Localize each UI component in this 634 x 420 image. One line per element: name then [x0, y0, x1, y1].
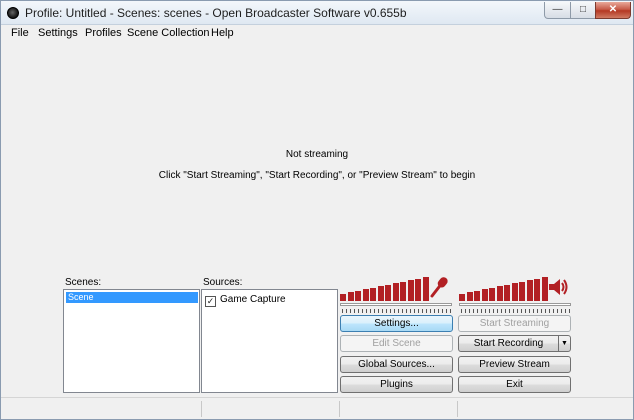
- desktop-volume-slider[interactable]: [459, 303, 571, 306]
- global-sources-button[interactable]: Global Sources...: [340, 356, 453, 373]
- meter-bar: [415, 279, 421, 301]
- meter-bar: [504, 285, 510, 301]
- desktop-volume-meter: [459, 277, 549, 301]
- meter-bar: [400, 282, 406, 301]
- meter-bar: [422, 277, 429, 301]
- meter-bar: [377, 286, 384, 301]
- source-item-label: Game Capture: [220, 294, 286, 305]
- window-title: Profile: Untitled - Scenes: scenes - Ope…: [25, 6, 407, 20]
- menu-scene-collection[interactable]: Scene Collection: [127, 27, 210, 39]
- exit-button[interactable]: Exit: [458, 376, 571, 393]
- meter-bar: [392, 283, 399, 301]
- start-recording-label: Start Recording: [473, 338, 544, 349]
- stream-hint-text: Click "Start Streaming", "Start Recordin…: [158, 170, 476, 181]
- source-list-item[interactable]: ✓ Game Capture: [205, 293, 286, 307]
- meter-bar: [466, 292, 473, 301]
- meter-bar: [340, 294, 346, 301]
- close-button[interactable]: ✕: [595, 2, 631, 19]
- speaker-icon[interactable]: [548, 277, 570, 297]
- meter-bar: [496, 286, 503, 301]
- meter-bar: [385, 285, 391, 301]
- scene-list-item[interactable]: Scene: [66, 292, 198, 303]
- maximize-button[interactable]: □: [570, 2, 596, 19]
- menu-settings[interactable]: Settings: [38, 27, 78, 39]
- meter-bar: [481, 289, 488, 301]
- meter-bar: [370, 288, 376, 301]
- meter-bar: [489, 288, 495, 301]
- minimize-button[interactable]: —: [544, 2, 571, 19]
- meter-bar: [519, 282, 525, 301]
- menu-bar: File Settings Profiles Scene Collection …: [1, 25, 633, 43]
- meter-bar: [355, 291, 361, 301]
- meter-bar: [407, 280, 414, 301]
- mic-volume-meter: [340, 277, 430, 301]
- recording-dropdown-arrow-icon[interactable]: ▼: [558, 336, 570, 351]
- mic-volume-slider[interactable]: [340, 303, 452, 306]
- meter-bar: [541, 277, 548, 301]
- sources-list[interactable]: ✓ Game Capture: [201, 289, 338, 393]
- settings-button[interactable]: Settings...: [340, 315, 453, 332]
- obs-logo-icon: [7, 7, 19, 19]
- plugins-button[interactable]: Plugins: [340, 376, 453, 393]
- menu-help[interactable]: Help: [211, 27, 234, 39]
- status-segment: [339, 401, 340, 417]
- preview-stream-button[interactable]: Preview Stream: [458, 356, 571, 373]
- meter-bar: [362, 289, 369, 301]
- desktop-slider-ticks: [461, 309, 571, 313]
- meter-bar: [474, 291, 480, 301]
- status-segment: [201, 401, 202, 417]
- obs-main-window: Profile: Untitled - Scenes: scenes - Ope…: [0, 0, 634, 420]
- source-visibility-checkbox[interactable]: ✓: [205, 296, 216, 307]
- scenes-list[interactable]: Scene: [63, 289, 200, 393]
- preview-area: Not streaming Click "Start Streaming", "…: [5, 43, 629, 271]
- meter-bar: [511, 283, 518, 301]
- meter-bar: [526, 280, 533, 301]
- stream-status-text: Not streaming: [285, 149, 349, 160]
- start-streaming-button[interactable]: Start Streaming: [458, 315, 571, 332]
- mic-slider-ticks: [342, 309, 452, 313]
- meter-bar: [459, 294, 465, 301]
- edit-scene-button[interactable]: Edit Scene: [340, 335, 453, 352]
- status-segment: [457, 401, 458, 417]
- meter-bar: [534, 279, 540, 301]
- title-bar[interactable]: Profile: Untitled - Scenes: scenes - Ope…: [1, 1, 633, 25]
- microphone-icon[interactable]: [429, 275, 451, 299]
- meter-bar: [347, 292, 354, 301]
- status-bar: [1, 397, 633, 419]
- sources-label: Sources:: [203, 277, 243, 288]
- scenes-label: Scenes:: [65, 277, 102, 288]
- start-recording-button[interactable]: Start Recording ▼: [458, 335, 571, 352]
- menu-file[interactable]: File: [11, 27, 29, 39]
- menu-profiles[interactable]: Profiles: [85, 27, 122, 39]
